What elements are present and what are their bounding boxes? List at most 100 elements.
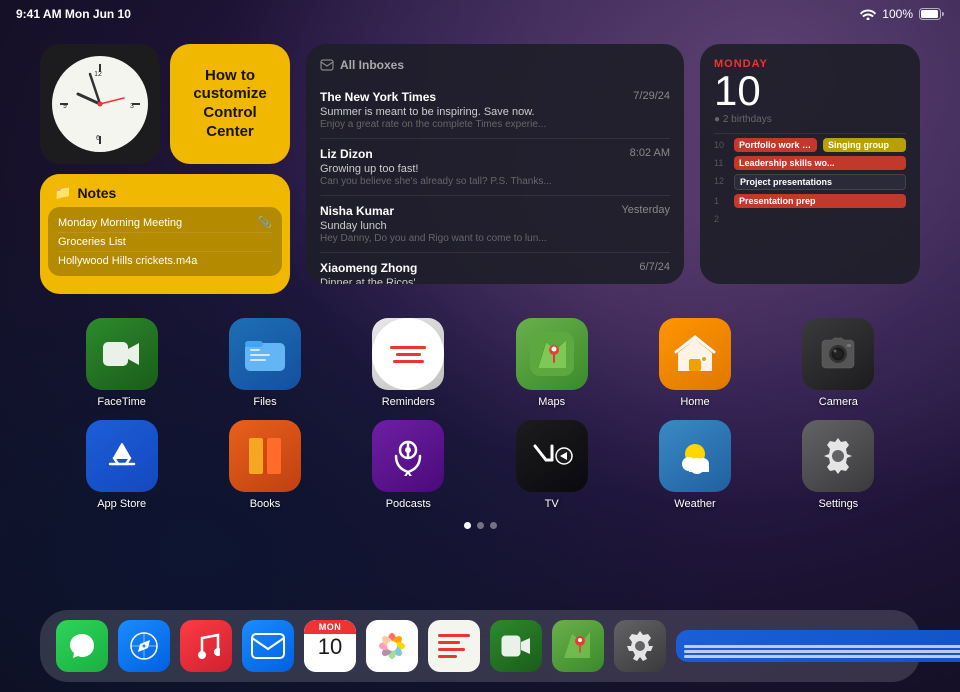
mail-date-2: 8:02 AM (630, 147, 670, 161)
dock-messages[interactable] (56, 620, 108, 672)
app-appstore[interactable]: App Store (50, 420, 193, 510)
app-facetime[interactable]: FaceTime (50, 318, 193, 408)
widgets-row1-left: 12 3 6 9 (40, 44, 290, 164)
podcasts-icon (372, 420, 444, 492)
settings-icon (802, 420, 874, 492)
reminders-icon (372, 318, 444, 390)
dock-photos[interactable] (366, 620, 418, 672)
cal-event-row-11: 11 Leadership skills wo... (714, 156, 906, 170)
cal-event-singing: Singing group (823, 138, 906, 152)
mail-item-1[interactable]: The New York Times 7/29/24 Summer is mea… (320, 82, 670, 139)
notes-item-2-text: Groceries List (58, 236, 126, 248)
status-right: 100% (860, 7, 944, 21)
mail-sender-2: Liz Dizon (320, 147, 373, 161)
cal-event-leadership: Leadership skills wo... (734, 156, 906, 170)
app-tv[interactable]: TV (480, 420, 623, 510)
dock-safari[interactable] (118, 620, 170, 672)
dock-cal-date: 10 (304, 636, 356, 658)
notes-item-3[interactable]: Hollywood Hills crickets.m4a (58, 252, 272, 270)
cal-event-row-1: 1 Presentation prep (714, 194, 906, 208)
main-content: 12 3 6 9 (0, 28, 960, 602)
app-camera[interactable]: Camera (767, 318, 910, 408)
files-label: Files (253, 396, 276, 408)
dock-mail[interactable] (242, 620, 294, 672)
notes-widget[interactable]: 📁 Notes Monday Morning Meeting 📎 Groceri… (40, 174, 290, 294)
mail-widget[interactable]: All Inboxes The New York Times 7/29/24 S… (306, 44, 684, 284)
books-icon (229, 420, 301, 492)
notes-header: 📁 Notes (40, 174, 290, 207)
mail-item-3[interactable]: Nisha Kumar Yesterday Sunday lunch Hey D… (320, 196, 670, 253)
mail-date-4: 6/7/24 (639, 261, 670, 275)
dock-settings[interactable] (614, 620, 666, 672)
notes-item-1[interactable]: Monday Morning Meeting 📎 (58, 213, 272, 233)
mail-sender-3: Nisha Kumar (320, 204, 394, 218)
battery-percentage: 100% (882, 7, 913, 21)
tv-label: TV (545, 498, 559, 510)
dock-music[interactable] (180, 620, 232, 672)
control-center-widget[interactable]: How to customize Control Center (170, 44, 290, 164)
home-label: Home (680, 396, 709, 408)
mail-preview-3: Hey Danny, Do you and Rigo want to come … (320, 233, 670, 244)
app-maps[interactable]: Maps (480, 318, 623, 408)
clock-face: 12 3 6 9 (52, 56, 148, 152)
app-files[interactable]: Files (193, 318, 336, 408)
dock-summary[interactable]: 10 (676, 630, 960, 662)
widgets-left-col: 12 3 6 9 (40, 44, 290, 294)
app-home[interactable]: Home (623, 318, 766, 408)
page-dot-1 (464, 522, 471, 529)
notes-item-2[interactable]: Groceries List (58, 233, 272, 252)
mail-item-4[interactable]: Xiaomeng Zhong 6/7/24 Dinner at the Rico… (320, 253, 670, 284)
tv-icon (516, 420, 588, 492)
weather-label: Weather (674, 498, 715, 510)
cal-event-row-2: 2 (714, 212, 906, 224)
page-dots (40, 522, 920, 529)
clock-widget[interactable]: 12 3 6 9 (40, 44, 160, 164)
svg-text:9: 9 (63, 103, 67, 110)
camera-label: Camera (819, 396, 858, 408)
page-dot-2 (477, 522, 484, 529)
camera-icon (802, 318, 874, 390)
home-icon (659, 318, 731, 390)
dock-summary-lines (680, 645, 960, 658)
settings-label: Settings (818, 498, 858, 510)
maps-label: Maps (538, 396, 565, 408)
notes-item-3-text: Hollywood Hills crickets.m4a (58, 255, 197, 267)
notes-attachment-icon: 📎 (258, 216, 272, 229)
dock-cal-header: MON (304, 620, 356, 634)
mail-date-3: Yesterday (621, 204, 670, 218)
mail-subject-3: Sunday lunch (320, 220, 670, 232)
calendar-widget[interactable]: MONDAY 10 ● 2 birthdays 10 Portfolio wor… (700, 44, 920, 284)
weather-icon (659, 420, 731, 492)
cal-birthday: ● 2 birthdays (714, 114, 906, 125)
app-grid-row1: FaceTime Files (40, 318, 920, 408)
cal-event-project: Project presentations (734, 174, 906, 190)
dock-maps[interactable] (552, 620, 604, 672)
mail-header-text: All Inboxes (340, 58, 404, 72)
books-label: Books (250, 498, 281, 510)
dock-facetime[interactable] (490, 620, 542, 672)
cal-event-row-12: 12 Project presentations (714, 174, 906, 190)
maps-icon (516, 318, 588, 390)
facetime-label: FaceTime (97, 396, 146, 408)
notes-body: Monday Morning Meeting 📎 Groceries List … (48, 207, 282, 276)
cal-events: 10 Portfolio work session Singing group … (714, 133, 906, 228)
dock: MON 10 (40, 610, 920, 682)
dock-calendar[interactable]: MON 10 (304, 620, 356, 672)
page-dot-3 (490, 522, 497, 529)
cal-event-prep: Presentation prep (734, 194, 906, 208)
app-weather[interactable]: Weather (623, 420, 766, 510)
files-icon (229, 318, 301, 390)
app-podcasts[interactable]: Podcasts (337, 420, 480, 510)
cal-event-portfolio: Portfolio work session (734, 138, 817, 152)
cal-event-row-10: 10 Portfolio work session Singing group (714, 138, 906, 152)
svg-text:3: 3 (130, 103, 134, 110)
podcasts-label: Podcasts (386, 498, 431, 510)
svg-text:12: 12 (94, 71, 102, 78)
app-settings[interactable]: Settings (767, 420, 910, 510)
app-books[interactable]: Books (193, 420, 336, 510)
mail-item-2[interactable]: Liz Dizon 8:02 AM Growing up too fast! C… (320, 139, 670, 196)
battery-icon (919, 8, 944, 20)
dock-reminders[interactable] (428, 620, 480, 672)
app-reminders[interactable]: Reminders (337, 318, 480, 408)
appstore-label: App Store (97, 498, 146, 510)
